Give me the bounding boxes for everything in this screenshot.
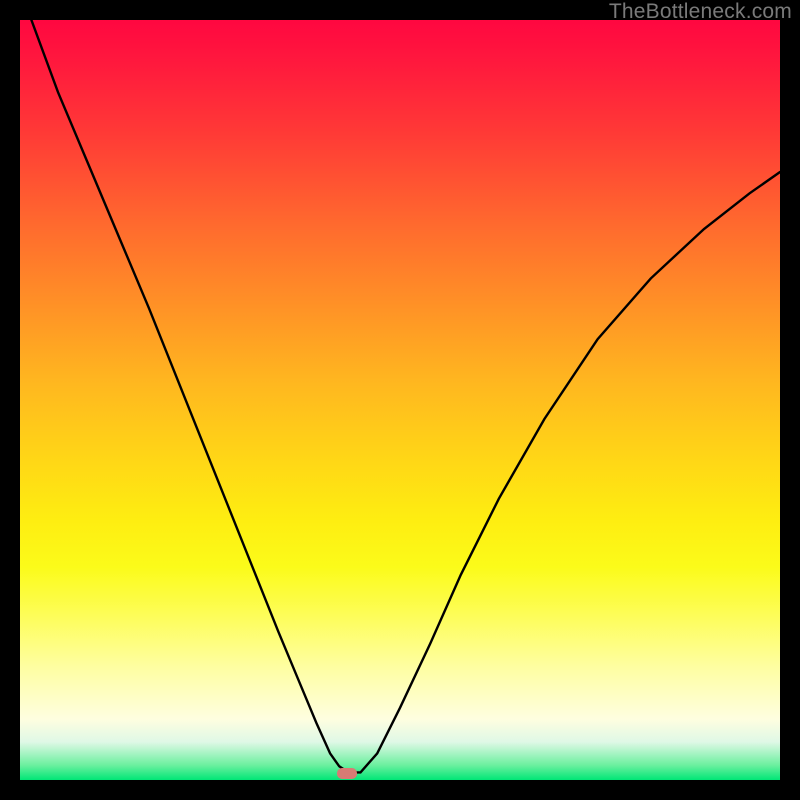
optimum-marker (337, 768, 357, 779)
plot-gradient-background (20, 20, 780, 780)
chart-frame: TheBottleneck.com (0, 0, 800, 800)
watermark-text: TheBottleneck.com (609, 0, 792, 24)
